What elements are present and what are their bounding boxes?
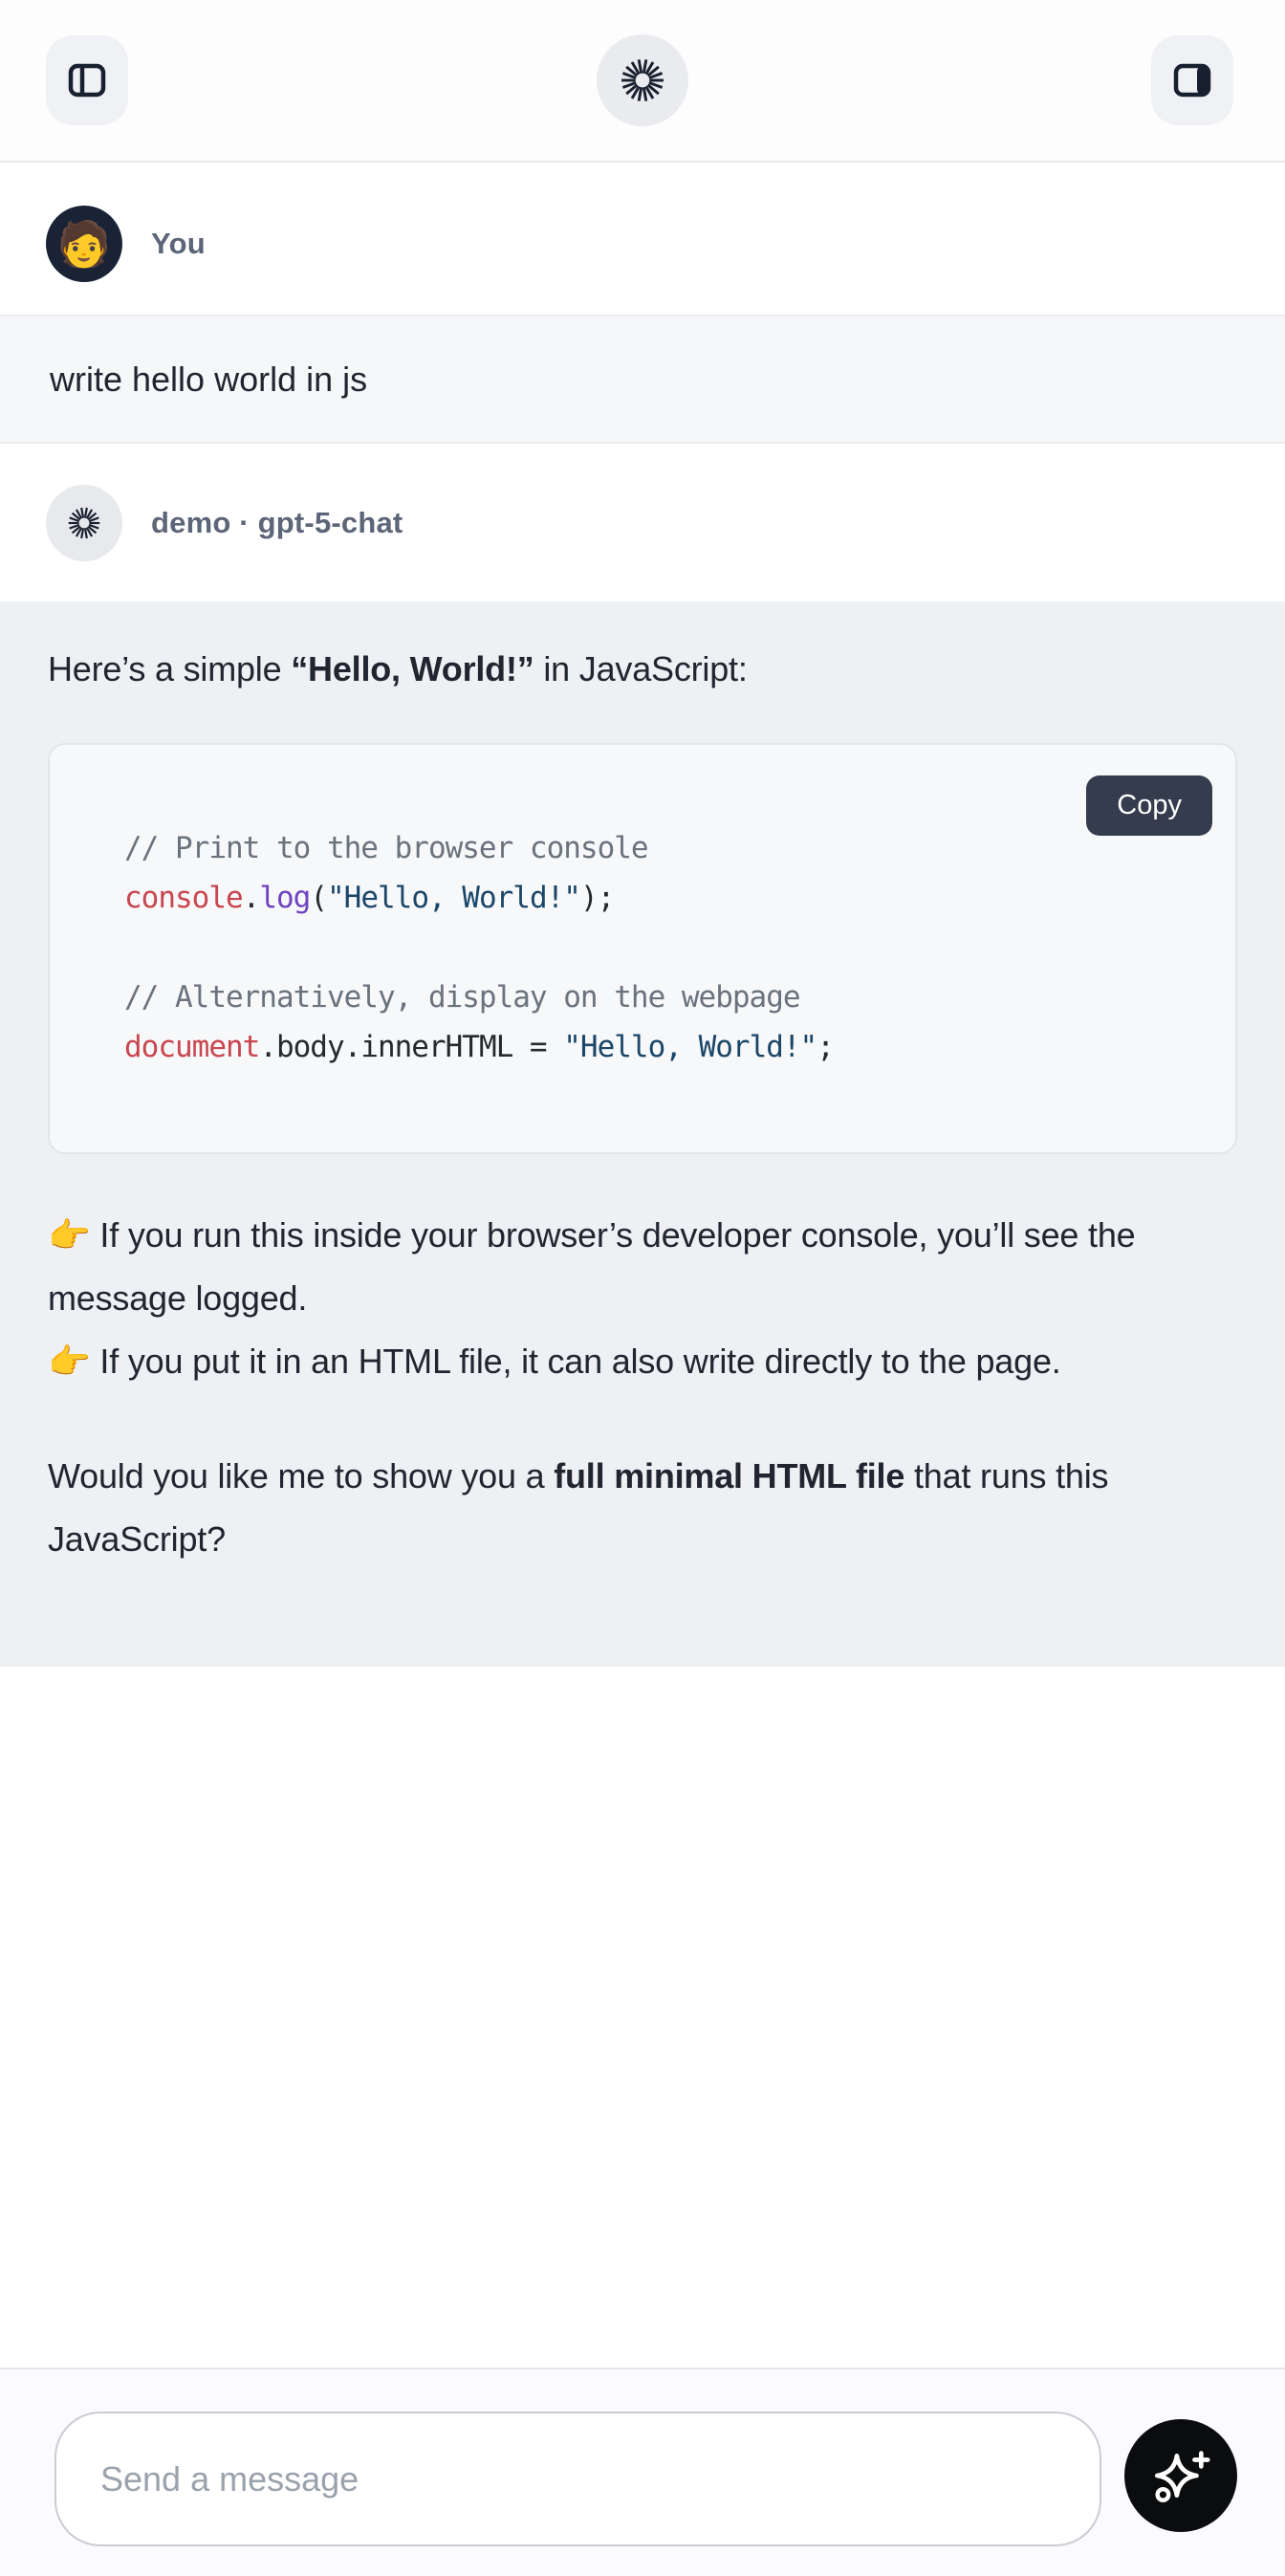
chat-empty-space — [0, 1667, 1285, 2368]
user-turn-header: 🧑 You — [0, 163, 1285, 315]
message-input[interactable] — [54, 2412, 1101, 2546]
starburst-icon — [65, 504, 103, 542]
code-content: // Print to the browser console console.… — [50, 745, 1235, 1152]
assistant-message: Here’s a simple “Hello, World!” in JavaS… — [0, 601, 1285, 1667]
user-message-text: write hello world in js — [50, 360, 367, 400]
app-logo-button[interactable] — [597, 34, 688, 126]
assistant-paragraph-intro: Here’s a simple “Hello, World!” in JavaS… — [48, 638, 1237, 701]
panel-left-icon — [64, 57, 110, 103]
code-block: Copy // Print to the browser console con… — [48, 743, 1237, 1154]
panel-right-toggle-button[interactable] — [1151, 35, 1233, 125]
sparkle-icon — [1149, 2444, 1212, 2507]
sidebar-toggle-button[interactable] — [46, 35, 128, 125]
assistant-turn-header: demo · gpt-5-chat — [0, 444, 1285, 601]
assistant-avatar — [46, 485, 122, 561]
assistant-sender-label: demo · gpt-5-chat — [151, 506, 403, 540]
starburst-icon — [617, 55, 668, 106]
copy-button[interactable]: Copy — [1086, 775, 1212, 836]
top-bar — [0, 0, 1285, 163]
send-button[interactable] — [1124, 2419, 1237, 2532]
chat-screen: 🧑 You write hello world in js demo · gpt… — [0, 0, 1285, 2576]
panel-right-icon — [1169, 57, 1215, 103]
assistant-paragraph-tips: 👉 If you run this inside your browser’s … — [48, 1204, 1237, 1393]
composer-bar — [0, 2368, 1285, 2576]
assistant-paragraph-question: Would you like me to show you a full min… — [48, 1445, 1237, 1571]
user-avatar: 🧑 — [46, 206, 122, 282]
user-avatar-emoji: 🧑 — [56, 222, 111, 266]
user-message: write hello world in js — [0, 315, 1285, 444]
user-sender-label: You — [151, 227, 206, 261]
